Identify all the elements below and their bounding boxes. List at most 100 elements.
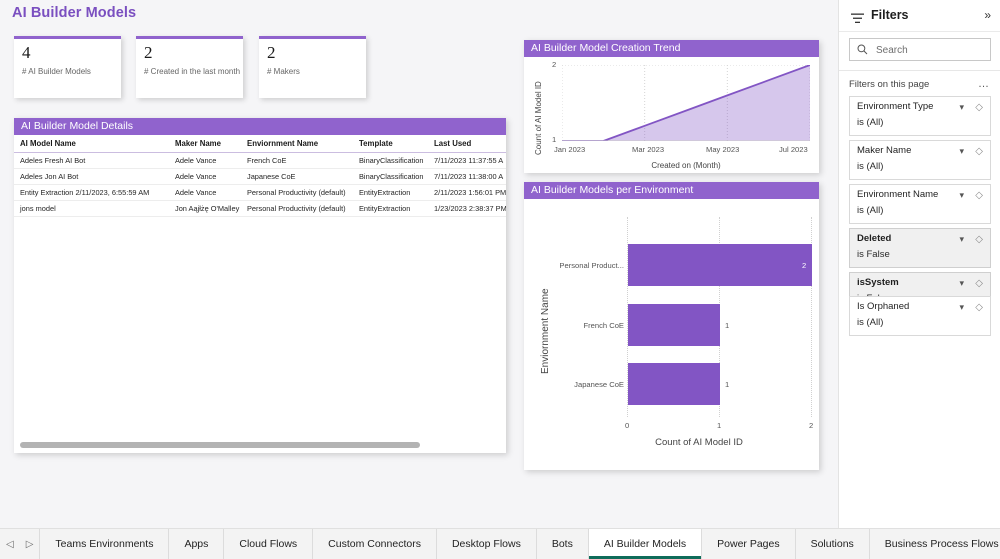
filter-card-environment-name[interactable]: Environment Name is (All) ▾ ◇: [849, 184, 991, 224]
clear-filter-icon[interactable]: ◇: [975, 302, 983, 313]
bar-category-label: Japanese CoE: [574, 380, 624, 389]
trend-x-tick-jul: Jul 2023: [779, 145, 808, 154]
chevron-down-icon[interactable]: ▾: [959, 302, 964, 313]
filter-card-is-orphaned[interactable]: Is Orphaned is (All) ▾ ◇: [849, 296, 991, 336]
filter-field-name: Environment Type: [857, 101, 934, 112]
filter-state: is (All): [857, 205, 884, 216]
trend-x-tick-jan: Jan 2023: [554, 145, 586, 154]
filter-state: is False: [857, 249, 890, 260]
kpi-label: # Created in the last month: [144, 67, 241, 76]
filter-state: is (All): [857, 161, 884, 172]
collapse-filters-icon[interactable]: »: [984, 8, 991, 22]
chevron-down-icon[interactable]: ▾: [959, 234, 964, 245]
bar-personal-productivity[interactable]: [628, 244, 812, 286]
report-canvas: AI Builder Models 4 # AI Builder Models …: [0, 0, 838, 528]
trend-chart-plot[interactable]: Count of AI Model ID Created on (Month) …: [524, 57, 819, 173]
col-header-last-used[interactable]: Last Used: [428, 135, 506, 153]
col-header-template[interactable]: Template: [353, 135, 428, 153]
cell-maker-name: Jon Aąjłżę O'Malley: [169, 200, 241, 217]
cell-template: BinaryClassification: [353, 152, 428, 169]
table-row[interactable]: Entity Extraction 2/11/2023, 6:55:59 AM …: [14, 184, 506, 201]
col-header-enviornment-name[interactable]: Enviornment Name: [241, 135, 353, 153]
bars-x-axis-title: Count of AI Model ID: [655, 437, 743, 448]
next-page-icon[interactable]: ▷: [26, 539, 34, 550]
chevron-down-icon[interactable]: ▾: [959, 102, 964, 113]
tab-desktop-flows[interactable]: Desktop Flows: [436, 529, 537, 559]
filters-divider: [839, 70, 1000, 71]
clear-filter-icon[interactable]: ◇: [975, 278, 983, 289]
trend-y-axis-title: Count of AI Model ID: [534, 81, 543, 155]
tab-business-process-flows[interactable]: Business Process Flows: [869, 529, 1000, 559]
filters-pane: Filters » Search Filters on this page … …: [838, 0, 1000, 528]
trend-y-tick-2: 2: [552, 60, 557, 69]
cell-ai-model-name: jons model: [14, 200, 169, 217]
filter-field-name: Maker Name: [857, 145, 912, 156]
chevron-down-icon[interactable]: ▾: [959, 278, 964, 289]
tab-nav-arrows: ◁ ▷: [0, 529, 41, 559]
kpi-label: # AI Builder Models: [22, 67, 91, 76]
bar-japanese-coe[interactable]: [628, 363, 720, 405]
kpi-card-makers[interactable]: 2 # Makers: [259, 36, 366, 98]
cell-template: EntityExtraction: [353, 184, 428, 201]
trend-x-axis-title: Created on (Month): [651, 161, 721, 170]
tab-cloud-flows[interactable]: Cloud Flows: [224, 529, 314, 559]
bars-panel-title: AI Builder Models per Environment: [524, 182, 819, 199]
filters-search-input[interactable]: Search: [849, 38, 991, 61]
bar-category-label: French CoE: [583, 321, 624, 330]
filters-more-options-icon[interactable]: …: [978, 78, 990, 90]
filter-card-deleted[interactable]: Deleted is False ▾ ◇: [849, 228, 991, 268]
previous-page-icon[interactable]: ◁: [6, 539, 14, 550]
tab-apps[interactable]: Apps: [169, 529, 225, 559]
cell-ai-model-name: Entity Extraction 2/11/2023, 6:55:59 AM: [14, 184, 169, 201]
filters-title: Filters: [871, 8, 909, 22]
filter-field-name: Is Orphaned: [857, 301, 910, 312]
page-title: AI Builder Models: [12, 5, 137, 21]
col-header-ai-model-name[interactable]: AI Model Name: [14, 135, 169, 153]
filter-icon: [851, 11, 864, 29]
filter-field-name: Deleted: [857, 233, 892, 244]
cell-enviornment-name: Japanese CoE: [241, 168, 353, 185]
filter-card-maker-name[interactable]: Maker Name is (All) ▾ ◇: [849, 140, 991, 180]
bar-category-label: Personal Product...: [559, 261, 624, 270]
clear-filter-icon[interactable]: ◇: [975, 102, 983, 113]
table-row[interactable]: Adeles Fresh AI Bot Adele Vance French C…: [14, 152, 506, 169]
cell-last-used: 7/11/2023 11:37:55 A: [428, 152, 506, 169]
table-row[interactable]: Adeles Jon AI Bot Adele Vance Japanese C…: [14, 168, 506, 185]
cell-ai-model-name: Adeles Fresh AI Bot: [14, 152, 169, 169]
tab-solutions[interactable]: Solutions: [795, 529, 870, 559]
tab-custom-connectors[interactable]: Custom Connectors: [313, 529, 437, 559]
chevron-down-icon[interactable]: ▾: [959, 146, 964, 157]
kpi-value: 2: [267, 43, 276, 62]
tab-teams-environments[interactable]: Teams Environments: [40, 529, 170, 559]
trend-y-tick-1: 1: [552, 135, 557, 144]
kpi-label: # Makers: [267, 67, 300, 76]
table-row[interactable]: jons model Jon Aąjłżę O'Malley Personal …: [14, 200, 506, 217]
filters-header: Filters »: [839, 0, 1000, 32]
page-tab-bar: ◁ ▷ Teams Environments Apps Cloud Flows …: [0, 528, 1000, 559]
kpi-card-ai-builder-models[interactable]: 4 # AI Builder Models: [14, 36, 121, 98]
details-table[interactable]: AI Model Name Maker Name Enviornment Nam…: [14, 135, 506, 217]
bars-x-tick-0: 0: [625, 421, 630, 430]
filter-card-environment-type[interactable]: Environment Type is (All) ▾ ◇: [849, 96, 991, 136]
cell-maker-name: Adele Vance: [169, 152, 241, 169]
tab-power-pages[interactable]: Power Pages: [702, 529, 796, 559]
model-creation-trend-panel: AI Builder Model Creation Trend Count of…: [524, 40, 819, 173]
bar-french-coe[interactable]: [628, 304, 720, 346]
col-header-maker-name[interactable]: Maker Name: [169, 135, 241, 153]
tab-ai-builder-models[interactable]: AI Builder Models: [588, 529, 703, 559]
filter-field-name: Environment Name: [857, 189, 939, 200]
clear-filter-icon[interactable]: ◇: [975, 146, 983, 157]
ai-builder-model-details-panel: AI Builder Model Details AI Model Name M…: [14, 118, 506, 453]
filters-section-label: Filters on this page: [849, 79, 930, 90]
tab-bots[interactable]: Bots: [536, 529, 589, 559]
bars-x-tick-2: 2: [809, 421, 814, 430]
clear-filter-icon[interactable]: ◇: [975, 234, 983, 245]
cell-maker-name: Adele Vance: [169, 184, 241, 201]
chevron-down-icon[interactable]: ▾: [959, 190, 964, 201]
bar-chart-plot[interactable]: Enviornment Name Count of AI Model ID Pe…: [524, 199, 819, 470]
trend-panel-title: AI Builder Model Creation Trend: [524, 40, 819, 57]
cell-template: BinaryClassification: [353, 168, 428, 185]
kpi-card-created-last-month[interactable]: 2 # Created in the last month: [136, 36, 243, 98]
table-horizontal-scrollbar[interactable]: [20, 442, 420, 448]
clear-filter-icon[interactable]: ◇: [975, 190, 983, 201]
